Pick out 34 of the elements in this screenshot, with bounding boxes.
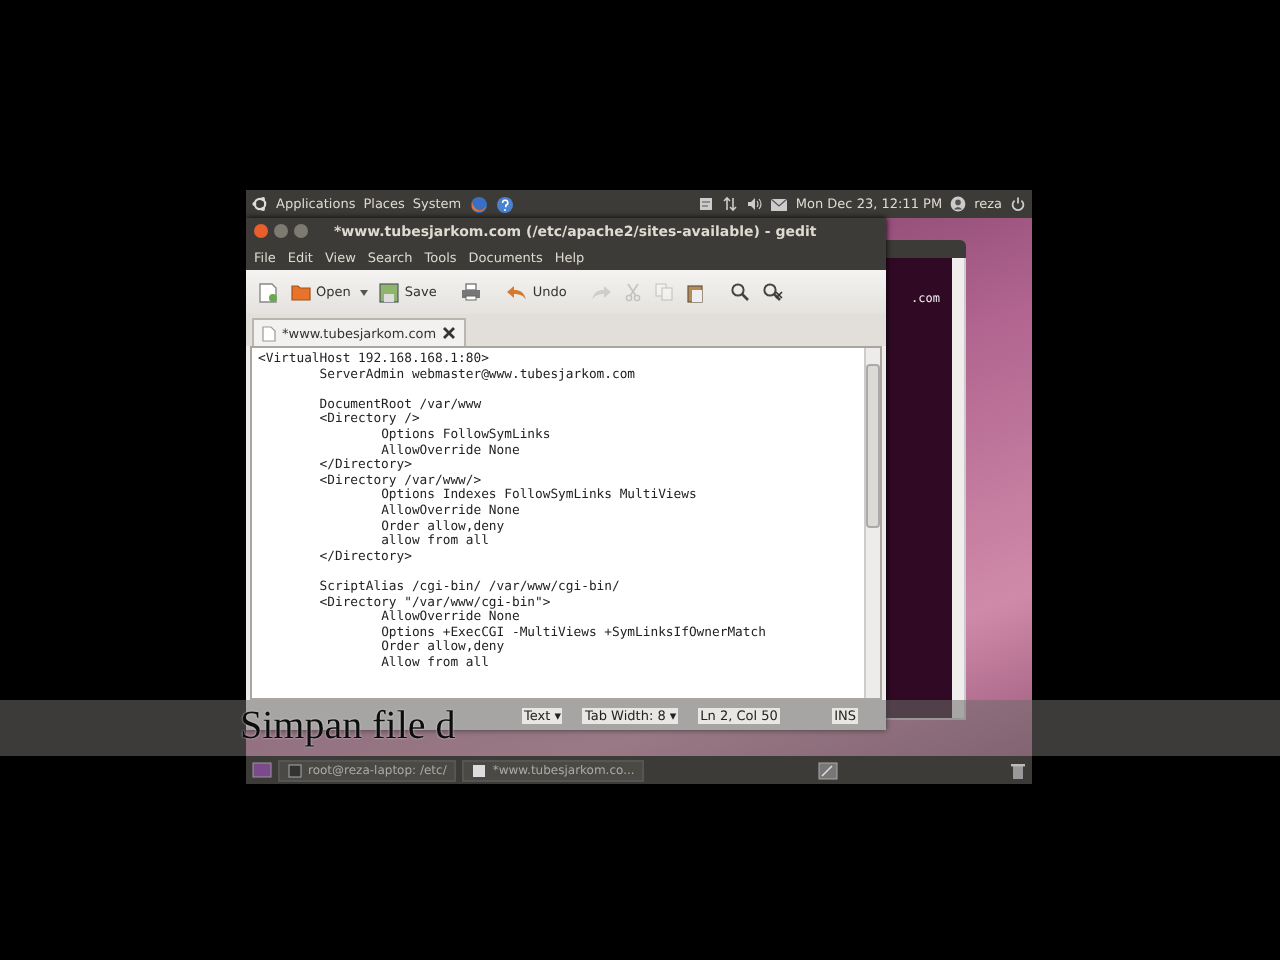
scissors-icon: [624, 282, 643, 302]
clipboard-icon: [686, 281, 707, 303]
folder-icon: [290, 282, 312, 302]
network-arrows-icon[interactable]: [721, 196, 738, 212]
search-icon: [730, 282, 751, 302]
undo-arrow-icon: [506, 283, 529, 301]
document-icon: [472, 763, 487, 777]
scrollbar[interactable]: [952, 258, 964, 718]
volume-icon[interactable]: [745, 196, 762, 212]
ubuntu-logo-icon[interactable]: [252, 196, 268, 212]
note-icon[interactable]: [697, 196, 714, 212]
power-icon[interactable]: [1010, 196, 1026, 212]
minimize-button[interactable]: [274, 224, 288, 238]
terminal-icon: [288, 763, 302, 777]
maximize-button[interactable]: [294, 224, 308, 238]
workspace-icon[interactable]: [817, 761, 838, 779]
new-button[interactable]: [254, 279, 282, 305]
help-icon[interactable]: [495, 195, 514, 213]
close-button[interactable]: [254, 224, 268, 238]
replace-button[interactable]: [758, 280, 789, 304]
trash-icon[interactable]: [1010, 761, 1026, 779]
globe-fox-icon[interactable]: [469, 195, 488, 213]
dropdown-arrow-icon[interactable]: [358, 287, 371, 297]
envelope-icon[interactable]: [769, 197, 788, 211]
scrollbar[interactable]: [864, 348, 880, 698]
save-icon: [378, 281, 401, 303]
document-icon: [258, 281, 278, 303]
printer-icon: [460, 282, 483, 302]
close-icon[interactable]: [442, 326, 457, 340]
find-replace-icon: [762, 282, 785, 302]
document-icon: [262, 325, 276, 341]
user-icon[interactable]: [950, 196, 967, 212]
redo-arrow-icon: [590, 283, 613, 301]
copy-icon: [654, 282, 675, 302]
